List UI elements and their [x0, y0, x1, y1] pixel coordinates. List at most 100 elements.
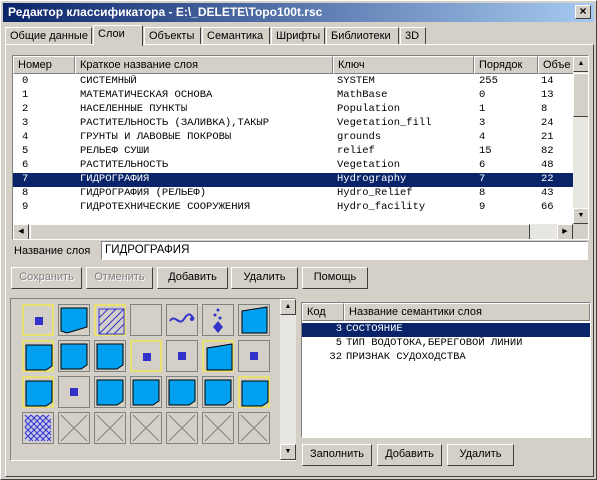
- layer-number: 3: [22, 117, 29, 129]
- symbol-scroll-up-icon[interactable]: ▲: [280, 299, 296, 315]
- delete-layer-button[interactable]: Удалить: [231, 267, 298, 289]
- scroll-thumb[interactable]: [573, 73, 588, 117]
- semantics-row[interactable]: 32 ПРИЗНАК СУДОХОДСТВА: [302, 351, 590, 365]
- symbol-tile-point-icon[interactable]: [166, 340, 198, 372]
- layer-number: 8: [22, 187, 29, 199]
- layer-key: Vegetation: [337, 159, 401, 171]
- tab-3d[interactable]: 3D: [400, 27, 426, 45]
- layer-row[interactable]: 3 РАСТИТЕЛЬНОСТЬ (ЗАЛИВКА),ТАКЫР Vegetatio…: [13, 117, 573, 131]
- layer-object-count: 13: [541, 89, 554, 101]
- col-header-order[interactable]: Порядок: [474, 56, 538, 74]
- symbol-tile-hatched-icon[interactable]: [94, 304, 126, 336]
- tab-general[interactable]: Общие данные: [5, 27, 92, 45]
- layer-name-label: Название слоя: [14, 245, 91, 257]
- layer-short-name: ГИДРОТЕХНИЧЕСКИЕ СООРУЖЕНИЯ: [80, 201, 251, 213]
- sem-col-header-code[interactable]: Код: [302, 303, 344, 321]
- add-layer-button[interactable]: Добавить: [157, 267, 228, 289]
- layer-short-name: РАСТИТЕЛЬНОСТЬ (ЗАЛИВКА),ТАКЫР: [80, 117, 270, 129]
- symbol-tile-empty-icon[interactable]: [130, 304, 162, 336]
- layers-horizontal-scrollbar[interactable]: ◀ ▶: [13, 224, 573, 239]
- layer-number: 6: [22, 159, 29, 171]
- semantics-code: 3: [335, 323, 342, 335]
- symbol-tile-x-empty-icon[interactable]: [130, 412, 162, 444]
- symbol-tile-area-icon[interactable]: [22, 340, 54, 372]
- sem-col-header-name[interactable]: Название семантики слоя: [344, 303, 590, 321]
- symbol-tile-x-empty-icon[interactable]: [238, 412, 270, 444]
- layer-short-name: МАТЕМАТИЧЕСКАЯ ОСНОВА: [80, 89, 213, 101]
- layer-object-count: 66: [541, 201, 554, 213]
- semantics-row[interactable]: 3 СОСТОЯНИЕ: [302, 323, 590, 337]
- semantics-table[interactable]: Код Название семантики слоя 3 СОСТОЯНИЕ 5 Т…: [301, 302, 591, 438]
- cancel-button[interactable]: Отменить: [86, 267, 153, 289]
- layer-row[interactable]: 7 ГИДРОГРАФИЯ Hydrography 7 22: [13, 173, 573, 187]
- col-header-objects[interactable]: Объе: [538, 56, 574, 74]
- semantics-code: 5: [335, 337, 342, 349]
- symbol-tile-point-icon[interactable]: [238, 340, 270, 372]
- layer-row[interactable]: 9 ГИДРОТЕХНИЧЕСКИЕ СООРУЖЕНИЯ Hydro_facili…: [13, 201, 573, 215]
- symbol-scroll-down-icon[interactable]: ▼: [280, 444, 296, 460]
- layer-row[interactable]: 2 НАСЕЛЕННЫЕ ПУНКТЫ Population 1 8: [13, 103, 573, 117]
- layer-short-name: ГИДРОГРАФИЯ: [80, 173, 150, 185]
- symbol-tile-area-icon[interactable]: [130, 376, 162, 408]
- symbol-vertical-scrollbar[interactable]: ▲ ▼: [280, 299, 296, 460]
- symbol-tile-point-icon[interactable]: [130, 340, 162, 372]
- col-header-short-name[interactable]: Краткое название слоя: [75, 56, 333, 74]
- delete-semantics-button[interactable]: Удалить: [447, 444, 514, 466]
- symbol-tile-area-icon[interactable]: [94, 340, 126, 372]
- symbol-tile-x-empty-icon[interactable]: [166, 412, 198, 444]
- scroll-down-icon[interactable]: ▼: [573, 208, 588, 224]
- tab-layers[interactable]: Слои: [93, 25, 143, 46]
- symbol-tile-area-icon[interactable]: [202, 376, 234, 408]
- layer-object-count: 14: [541, 75, 554, 87]
- symbol-tile-area-right-icon[interactable]: [238, 304, 270, 336]
- layer-row[interactable]: 0 СИСТЕМНЫЙ SYSTEM 255 14: [13, 75, 573, 89]
- scroll-h-thumb[interactable]: [30, 224, 530, 239]
- tab-libraries[interactable]: Библиотеки: [326, 27, 399, 45]
- col-header-key[interactable]: Ключ: [333, 56, 474, 74]
- layers-table[interactable]: Номер Краткое название слоя Ключ Порядок…: [12, 55, 589, 240]
- add-semantics-button[interactable]: Добавить: [377, 444, 442, 466]
- symbol-tile-x-empty-icon[interactable]: [58, 412, 90, 444]
- symbol-tile-area-icon[interactable]: [58, 340, 90, 372]
- symbol-tile-point-icon[interactable]: [22, 304, 54, 336]
- scroll-corner: [573, 224, 588, 239]
- symbol-tile-crosshatch-icon[interactable]: [22, 412, 54, 444]
- layer-number: 9: [22, 201, 29, 213]
- layer-short-name: ГРУНТЫ И ЛАВОВЫЕ ПОКРОВЫ: [80, 131, 232, 143]
- layer-row[interactable]: 8 ГИДРОГРАФИЯ (РЕЛЬЕФ) Hydro_Relief 8 43: [13, 187, 573, 201]
- layer-row[interactable]: 1 МАТЕМАТИЧЕСКАЯ ОСНОВА MathBase 0 13: [13, 89, 573, 103]
- scroll-left-icon[interactable]: ◀: [13, 224, 29, 239]
- symbol-tile-point-icon[interactable]: [58, 376, 90, 408]
- symbol-tile-wave-line-icon[interactable]: [166, 304, 198, 336]
- symbol-tile-area-icon[interactable]: [166, 376, 198, 408]
- layer-short-name: РАСТИТЕЛЬНОСТЬ: [80, 159, 169, 171]
- symbol-tile-area-left-icon[interactable]: [58, 304, 90, 336]
- save-button[interactable]: Сохранить: [11, 267, 82, 289]
- scroll-up-icon[interactable]: ▲: [573, 56, 588, 72]
- symbol-tile-area-icon[interactable]: [238, 376, 270, 408]
- layer-row[interactable]: 5 РЕЛЬЕФ СУШИ relief 15 82: [13, 145, 573, 159]
- symbol-tile-dots-vertical-icon[interactable]: [202, 304, 234, 336]
- symbol-tile-area-icon[interactable]: [94, 376, 126, 408]
- symbol-tile-area-right-icon[interactable]: [202, 340, 234, 372]
- help-button[interactable]: Помощь: [302, 267, 368, 289]
- fill-semantics-button[interactable]: Заполнить: [302, 444, 372, 466]
- scroll-right-icon[interactable]: ▶: [557, 224, 573, 239]
- layer-short-name: ГИДРОГРАФИЯ (РЕЛЬЕФ): [80, 187, 207, 199]
- col-header-number[interactable]: Номер: [13, 56, 75, 74]
- layer-object-count: 24: [541, 117, 554, 129]
- layer-name-field[interactable]: ГИДРОГРАФИЯ: [101, 241, 588, 260]
- symbol-tile-x-empty-icon[interactable]: [202, 412, 234, 444]
- title-bar[interactable]: Редактор классификатора - E:\_DELETE\Top…: [3, 3, 594, 22]
- tab-semantics[interactable]: Семантика: [202, 27, 270, 45]
- symbol-tile-area-icon[interactable]: [22, 376, 54, 408]
- layer-row[interactable]: 4 ГРУНТЫ И ЛАВОВЫЕ ПОКРОВЫ grounds 4 21: [13, 131, 573, 145]
- symbol-tile-x-empty-icon[interactable]: [94, 412, 126, 444]
- semantics-row[interactable]: 5 ТИП ВОДОТОКА,БЕРЕГОВОЙ ЛИНИИ: [302, 337, 590, 351]
- close-icon[interactable]: ×: [575, 5, 591, 19]
- layer-order: 7: [479, 173, 486, 185]
- layers-vertical-scrollbar[interactable]: ▲ ▼: [573, 56, 588, 224]
- tab-fonts[interactable]: Шрифты: [271, 27, 325, 45]
- layer-row[interactable]: 6 РАСТИТЕЛЬНОСТЬ Vegetation 6 48: [13, 159, 573, 173]
- tab-objects[interactable]: Объекты: [144, 27, 201, 45]
